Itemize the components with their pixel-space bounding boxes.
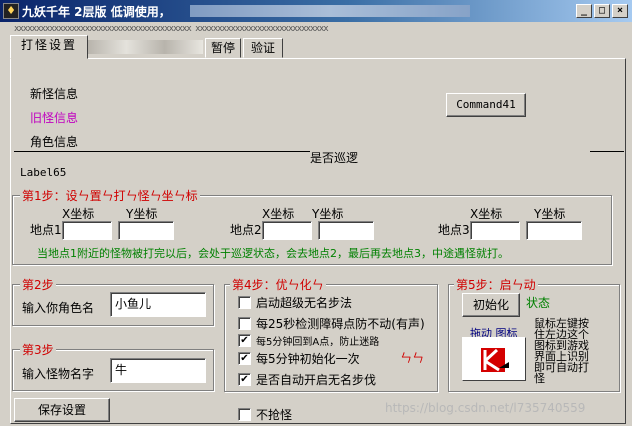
drag-target-icon[interactable]: [462, 337, 526, 381]
point2-y-input[interactable]: [318, 221, 374, 240]
option-super-step-checkbox[interactable]: [238, 296, 251, 309]
point3-y-input[interactable]: [526, 221, 582, 240]
p2-x-label: X坐标: [262, 207, 295, 221]
option-obstacle-check-checkbox[interactable]: [238, 317, 251, 330]
point1-x-input[interactable]: [62, 221, 112, 240]
close-button[interactable]: ×: [612, 4, 628, 18]
tab-strip-text: xxxxxxxxxxxxxxxxxxxxxxxxxxxxxxxxxxxxxxxx…: [14, 24, 329, 34]
tab-verify[interactable]: 验证: [243, 38, 283, 58]
label65: Label65: [20, 166, 67, 179]
p2-y-label: Y坐标: [312, 207, 344, 221]
tab-pause[interactable]: 暂停: [205, 38, 241, 58]
divider-right: [590, 151, 624, 152]
window-title: 九妖千年 2层版 低调使用，: [22, 5, 171, 19]
step1-legend: 第1步：设ㄣ置ㄣ打ㄣ怪ㄣ坐ㄣ标: [20, 187, 200, 204]
initialize-button[interactable]: 初始化: [462, 293, 520, 317]
option-auto-step-label: 是否自动开启无名步伐: [256, 373, 377, 387]
step4-legend: 第4步：优ㄣ化ㄣ: [230, 276, 326, 293]
option-super-step-label: 启动超级无名步法: [256, 296, 353, 310]
monster-name-label: 输入怪物名字: [22, 367, 95, 381]
new-monster-info: 新怪信息: [30, 87, 79, 101]
no-grab-checkbox[interactable]: [238, 408, 251, 421]
option-obstacle-check-label: 每25秒检测障碍点防不动(有声): [256, 317, 425, 331]
tab-monster-settings[interactable]: 打怪设置: [10, 35, 88, 59]
k-logo-icon: [481, 348, 509, 372]
divider-left: [14, 151, 310, 152]
step5-legend: 第5步：启ㄣ动: [454, 276, 538, 293]
p3-y-label: Y坐标: [534, 207, 566, 221]
old-monster-info: 旧怪信息: [30, 111, 79, 125]
option-reinit-label: 每5分钟初始化一次: [256, 352, 360, 366]
role-info: 角色信息: [30, 135, 79, 149]
app-icon: ♦: [3, 3, 19, 19]
no-grab-label: 不抢怪: [256, 408, 293, 422]
step2-legend: 第2步: [20, 276, 56, 293]
role-name-label: 输入你角色名: [22, 301, 95, 315]
step3-legend: 第3步: [20, 341, 56, 358]
status-label: 状态: [526, 296, 551, 310]
point3-x-input[interactable]: [470, 221, 520, 240]
point1-label: 地点1: [30, 223, 62, 237]
watermark: https://blog.csdn.net/l735740559: [385, 401, 586, 415]
patrol-status: 是否巡逻: [310, 151, 359, 165]
point1-y-input[interactable]: [118, 221, 174, 240]
point2-x-input[interactable]: [262, 221, 312, 240]
drag-instructions: 鼠标左键按住左边这个图标到游戏界面上识别即可自动打怪: [534, 317, 589, 385]
option-return-a-label: 每5分钟回到A点，防止迷路: [256, 337, 380, 348]
p1-y-label: Y坐标: [126, 207, 158, 221]
role-name-input[interactable]: 小鱼儿: [110, 292, 206, 317]
p3-x-label: X坐标: [470, 207, 503, 221]
maximize-button[interactable]: □: [594, 4, 610, 18]
point3-label: 地点3: [438, 223, 470, 237]
step4-deco: ㄣㄣ: [400, 351, 425, 365]
title-blurred-region: [190, 5, 470, 17]
tab-blurred[interactable]: [88, 40, 203, 54]
save-settings-button[interactable]: 保存设置: [14, 398, 110, 422]
point2-label: 地点2: [230, 223, 262, 237]
minimize-button[interactable]: _: [576, 4, 592, 18]
option-auto-step-checkbox[interactable]: ✔: [238, 373, 251, 386]
option-reinit-checkbox[interactable]: ✔: [238, 352, 251, 365]
option-return-a-checkbox[interactable]: ✔: [238, 334, 251, 347]
command41-button[interactable]: Command41: [446, 93, 526, 117]
monster-name-input[interactable]: 牛: [110, 358, 206, 383]
p1-x-label: X坐标: [62, 207, 95, 221]
step1-note: 当地点1附近的怪物被打完以后，会处于巡逻状态，会去地点2，最后再去地点3，中途遇…: [37, 247, 509, 260]
